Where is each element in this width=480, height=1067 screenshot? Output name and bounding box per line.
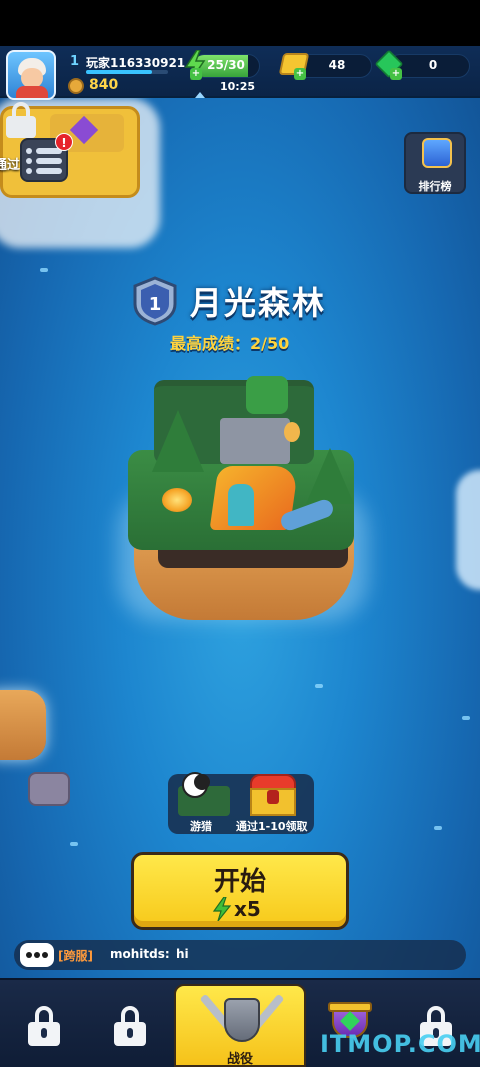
- reward-panel: 游猎 通过1-10领取: [168, 772, 314, 834]
- egg-icon: [284, 422, 300, 442]
- nav-tab-campaign[interactable]: 战役: [174, 984, 306, 1067]
- chat-channel: [跨服]: [58, 949, 93, 963]
- stage-level-number: 1: [149, 294, 162, 315]
- top-hud: 1 玩家116330921 840 25/30 + 10:25 + 48 + 0: [0, 46, 480, 100]
- stage-title: 月光森林: [190, 284, 327, 322]
- player-avatar[interactable]: [6, 50, 56, 100]
- treasure-chest-icon[interactable]: [248, 774, 298, 818]
- water-sparkle: [70, 842, 78, 846]
- nav-tab-campaign-label: 战役: [226, 1052, 253, 1067]
- water-sparkle: [40, 268, 48, 272]
- stage-level-badge: 1: [133, 276, 177, 326]
- player-name: 玩家116330921: [86, 56, 186, 70]
- lightning-icon: [212, 897, 232, 921]
- game-screen: 通过 ! 1 玩家116330921 840 25/30 + 10:25 + 4…: [0, 0, 480, 1067]
- chat-bubble-icon[interactable]: [20, 943, 54, 967]
- tree-icon: [152, 410, 204, 472]
- start-label: 开始: [213, 867, 266, 897]
- trophy-count: 840: [89, 77, 119, 93]
- gem-count: 0: [428, 58, 438, 72]
- nav-locked-tab-1[interactable]: [28, 1006, 60, 1046]
- trophy-cup-icon: [422, 138, 452, 168]
- small-island: [0, 690, 46, 760]
- hunt-label: 游猎: [190, 820, 212, 833]
- leaderboard-button[interactable]: 排行榜: [404, 132, 466, 194]
- chat-message: hi: [176, 947, 189, 961]
- island-pass-label: 通过: [0, 158, 21, 173]
- lock-icon: [6, 102, 36, 138]
- tree-icon: [306, 448, 354, 504]
- next-island[interactable]: [456, 470, 480, 590]
- crossed-swords-shield-icon: [199, 990, 285, 1046]
- hud-expand-icon[interactable]: [195, 92, 205, 98]
- watermark: ITMOP.COM: [320, 1030, 480, 1058]
- xp-bar: [86, 70, 168, 74]
- start-button[interactable]: 开始 x5: [131, 852, 349, 930]
- moonlight-forest-island[interactable]: [118, 370, 368, 630]
- water-sparkle: [315, 684, 323, 688]
- water-sparkle: [434, 826, 442, 830]
- player-level: 1: [70, 54, 80, 69]
- chat-username: mohitds:: [110, 947, 170, 961]
- nav-locked-tab-2[interactable]: [114, 1006, 146, 1046]
- water-sparkle: [462, 716, 470, 720]
- best-score: 最高成绩：2/50: [170, 334, 290, 353]
- start-cost: x5: [234, 897, 261, 921]
- rock-island: [28, 772, 70, 806]
- chat-bar[interactable]: [跨服] mohitds: hi: [14, 940, 466, 970]
- trophy-icon: [68, 78, 84, 94]
- notification-badge-icon: !: [55, 133, 73, 151]
- leaderboard-label: 排行榜: [418, 180, 452, 193]
- gold-count: 48: [328, 58, 346, 72]
- status-bar: [0, 0, 480, 46]
- energy-timer: 10:25: [220, 80, 256, 93]
- chest-label: 通过1-10领取: [236, 820, 308, 833]
- campfire-icon: [162, 488, 192, 512]
- add-energy-icon[interactable]: +: [190, 68, 202, 80]
- hunt-icon[interactable]: [178, 772, 230, 816]
